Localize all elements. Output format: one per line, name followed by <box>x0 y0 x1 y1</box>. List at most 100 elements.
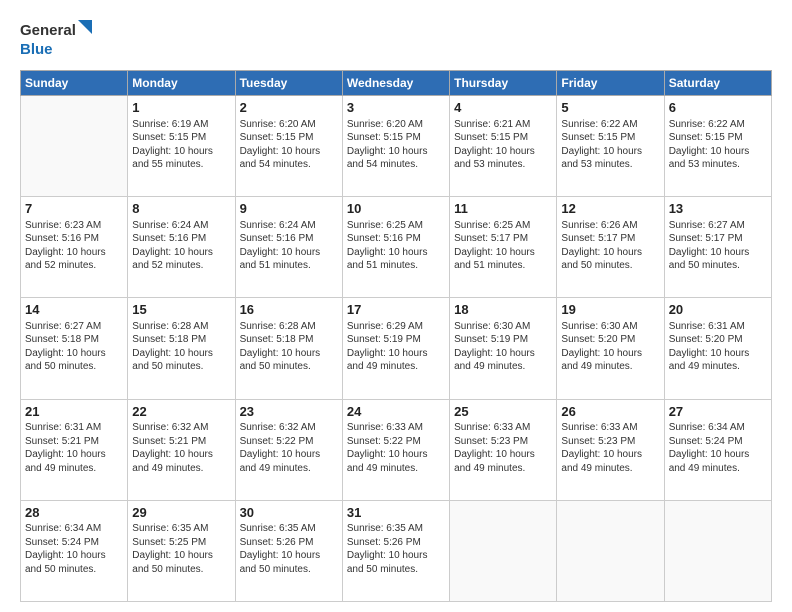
week-row-3: 21Sunrise: 6:31 AM Sunset: 5:21 PM Dayli… <box>21 399 772 500</box>
day-number: 2 <box>240 99 338 117</box>
calendar-cell: 25Sunrise: 6:33 AM Sunset: 5:23 PM Dayli… <box>450 399 557 500</box>
day-info: Sunrise: 6:27 AM Sunset: 5:18 PM Dayligh… <box>25 320 123 374</box>
day-info: Sunrise: 6:21 AM Sunset: 5:15 PM Dayligh… <box>454 118 552 172</box>
day-info: Sunrise: 6:35 AM Sunset: 5:26 PM Dayligh… <box>240 522 338 576</box>
day-info: Sunrise: 6:30 AM Sunset: 5:19 PM Dayligh… <box>454 320 552 374</box>
calendar-cell: 13Sunrise: 6:27 AM Sunset: 5:17 PM Dayli… <box>664 197 771 298</box>
day-number: 11 <box>454 200 552 218</box>
day-number: 3 <box>347 99 445 117</box>
day-number: 7 <box>25 200 123 218</box>
calendar-cell: 23Sunrise: 6:32 AM Sunset: 5:22 PM Dayli… <box>235 399 342 500</box>
week-row-4: 28Sunrise: 6:34 AM Sunset: 5:24 PM Dayli… <box>21 500 772 601</box>
day-number: 20 <box>669 301 767 319</box>
calendar-cell: 14Sunrise: 6:27 AM Sunset: 5:18 PM Dayli… <box>21 298 128 399</box>
calendar-cell: 11Sunrise: 6:25 AM Sunset: 5:17 PM Dayli… <box>450 197 557 298</box>
weekday-friday: Friday <box>557 71 664 96</box>
calendar-cell: 15Sunrise: 6:28 AM Sunset: 5:18 PM Dayli… <box>128 298 235 399</box>
header: General Blue <box>20 18 772 60</box>
day-number: 24 <box>347 403 445 421</box>
day-info: Sunrise: 6:22 AM Sunset: 5:15 PM Dayligh… <box>561 118 659 172</box>
calendar-cell: 7Sunrise: 6:23 AM Sunset: 5:16 PM Daylig… <box>21 197 128 298</box>
day-number: 6 <box>669 99 767 117</box>
day-info: Sunrise: 6:32 AM Sunset: 5:21 PM Dayligh… <box>132 421 230 475</box>
calendar-cell: 12Sunrise: 6:26 AM Sunset: 5:17 PM Dayli… <box>557 197 664 298</box>
day-info: Sunrise: 6:23 AM Sunset: 5:16 PM Dayligh… <box>25 219 123 273</box>
day-info: Sunrise: 6:33 AM Sunset: 5:22 PM Dayligh… <box>347 421 445 475</box>
weekday-monday: Monday <box>128 71 235 96</box>
week-row-2: 14Sunrise: 6:27 AM Sunset: 5:18 PM Dayli… <box>21 298 772 399</box>
day-info: Sunrise: 6:22 AM Sunset: 5:15 PM Dayligh… <box>669 118 767 172</box>
day-number: 8 <box>132 200 230 218</box>
calendar-cell: 9Sunrise: 6:24 AM Sunset: 5:16 PM Daylig… <box>235 197 342 298</box>
day-number: 18 <box>454 301 552 319</box>
calendar-cell: 20Sunrise: 6:31 AM Sunset: 5:20 PM Dayli… <box>664 298 771 399</box>
calendar-header: SundayMondayTuesdayWednesdayThursdayFrid… <box>21 71 772 96</box>
calendar-cell <box>664 500 771 601</box>
calendar-cell: 10Sunrise: 6:25 AM Sunset: 5:16 PM Dayli… <box>342 197 449 298</box>
day-info: Sunrise: 6:32 AM Sunset: 5:22 PM Dayligh… <box>240 421 338 475</box>
calendar-cell: 3Sunrise: 6:20 AM Sunset: 5:15 PM Daylig… <box>342 96 449 197</box>
day-info: Sunrise: 6:28 AM Sunset: 5:18 PM Dayligh… <box>240 320 338 374</box>
day-info: Sunrise: 6:34 AM Sunset: 5:24 PM Dayligh… <box>25 522 123 576</box>
calendar-cell: 4Sunrise: 6:21 AM Sunset: 5:15 PM Daylig… <box>450 96 557 197</box>
day-info: Sunrise: 6:27 AM Sunset: 5:17 PM Dayligh… <box>669 219 767 273</box>
calendar-cell: 26Sunrise: 6:33 AM Sunset: 5:23 PM Dayli… <box>557 399 664 500</box>
day-number: 28 <box>25 504 123 522</box>
day-number: 1 <box>132 99 230 117</box>
calendar-cell: 5Sunrise: 6:22 AM Sunset: 5:15 PM Daylig… <box>557 96 664 197</box>
day-number: 9 <box>240 200 338 218</box>
calendar-cell: 1Sunrise: 6:19 AM Sunset: 5:15 PM Daylig… <box>128 96 235 197</box>
day-number: 5 <box>561 99 659 117</box>
day-number: 15 <box>132 301 230 319</box>
day-number: 25 <box>454 403 552 421</box>
day-info: Sunrise: 6:25 AM Sunset: 5:17 PM Dayligh… <box>454 219 552 273</box>
weekday-tuesday: Tuesday <box>235 71 342 96</box>
calendar-cell: 21Sunrise: 6:31 AM Sunset: 5:21 PM Dayli… <box>21 399 128 500</box>
weekday-saturday: Saturday <box>664 71 771 96</box>
calendar-cell: 17Sunrise: 6:29 AM Sunset: 5:19 PM Dayli… <box>342 298 449 399</box>
calendar-body: 1Sunrise: 6:19 AM Sunset: 5:15 PM Daylig… <box>21 96 772 602</box>
calendar-cell: 16Sunrise: 6:28 AM Sunset: 5:18 PM Dayli… <box>235 298 342 399</box>
calendar-cell: 24Sunrise: 6:33 AM Sunset: 5:22 PM Dayli… <box>342 399 449 500</box>
day-number: 13 <box>669 200 767 218</box>
day-info: Sunrise: 6:20 AM Sunset: 5:15 PM Dayligh… <box>240 118 338 172</box>
day-number: 29 <box>132 504 230 522</box>
calendar-cell: 30Sunrise: 6:35 AM Sunset: 5:26 PM Dayli… <box>235 500 342 601</box>
calendar-cell: 27Sunrise: 6:34 AM Sunset: 5:24 PM Dayli… <box>664 399 771 500</box>
day-info: Sunrise: 6:34 AM Sunset: 5:24 PM Dayligh… <box>669 421 767 475</box>
day-number: 26 <box>561 403 659 421</box>
calendar-cell <box>450 500 557 601</box>
day-info: Sunrise: 6:35 AM Sunset: 5:26 PM Dayligh… <box>347 522 445 576</box>
day-number: 19 <box>561 301 659 319</box>
calendar-cell: 31Sunrise: 6:35 AM Sunset: 5:26 PM Dayli… <box>342 500 449 601</box>
day-number: 14 <box>25 301 123 319</box>
day-number: 12 <box>561 200 659 218</box>
weekday-sunday: Sunday <box>21 71 128 96</box>
day-info: Sunrise: 6:35 AM Sunset: 5:25 PM Dayligh… <box>132 522 230 576</box>
logo: General Blue <box>20 18 100 60</box>
week-row-1: 7Sunrise: 6:23 AM Sunset: 5:16 PM Daylig… <box>21 197 772 298</box>
weekday-thursday: Thursday <box>450 71 557 96</box>
day-info: Sunrise: 6:31 AM Sunset: 5:21 PM Dayligh… <box>25 421 123 475</box>
day-number: 10 <box>347 200 445 218</box>
day-number: 4 <box>454 99 552 117</box>
day-info: Sunrise: 6:29 AM Sunset: 5:19 PM Dayligh… <box>347 320 445 374</box>
calendar-cell: 22Sunrise: 6:32 AM Sunset: 5:21 PM Dayli… <box>128 399 235 500</box>
day-number: 17 <box>347 301 445 319</box>
calendar-cell: 29Sunrise: 6:35 AM Sunset: 5:25 PM Dayli… <box>128 500 235 601</box>
calendar-cell: 2Sunrise: 6:20 AM Sunset: 5:15 PM Daylig… <box>235 96 342 197</box>
svg-text:Blue: Blue <box>20 41 53 58</box>
day-number: 23 <box>240 403 338 421</box>
day-info: Sunrise: 6:24 AM Sunset: 5:16 PM Dayligh… <box>240 219 338 273</box>
day-number: 30 <box>240 504 338 522</box>
day-info: Sunrise: 6:33 AM Sunset: 5:23 PM Dayligh… <box>454 421 552 475</box>
logo-svg: General Blue <box>20 18 100 60</box>
day-info: Sunrise: 6:28 AM Sunset: 5:18 PM Dayligh… <box>132 320 230 374</box>
calendar-cell: 6Sunrise: 6:22 AM Sunset: 5:15 PM Daylig… <box>664 96 771 197</box>
calendar-cell <box>557 500 664 601</box>
day-number: 21 <box>25 403 123 421</box>
day-info: Sunrise: 6:31 AM Sunset: 5:20 PM Dayligh… <box>669 320 767 374</box>
calendar-page: General Blue SundayMondayTuesdayWednesda… <box>0 0 792 612</box>
day-number: 16 <box>240 301 338 319</box>
day-number: 27 <box>669 403 767 421</box>
